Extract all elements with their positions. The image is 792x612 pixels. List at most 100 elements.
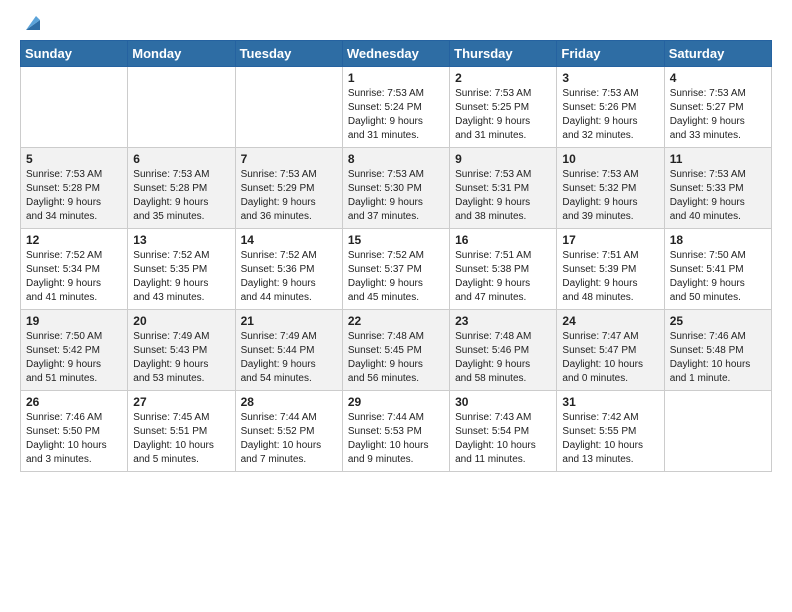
day-number: 15: [348, 233, 444, 247]
day-info: Sunrise: 7:43 AM Sunset: 5:54 PM Dayligh…: [455, 411, 551, 467]
calendar-cell: 3 Sunrise: 7:53 AM Sunset: 5:26 PM Daylig…: [557, 67, 664, 148]
day-info: Sunrise: 7:46 AM Sunset: 5:48 PM Dayligh…: [670, 330, 766, 386]
day-number: 7: [241, 152, 337, 166]
day-info: Sunrise: 7:52 AM Sunset: 5:36 PM Dayligh…: [241, 249, 337, 305]
calendar-week-row: 12Sunrise: 7:52 AM Sunset: 5:34 PM Dayli…: [21, 229, 772, 310]
calendar-cell: 17 Sunrise: 7:51 AM Sunset: 5:39 PM Dayli…: [557, 229, 664, 310]
day-info: Sunrise: 7:42 AM Sunset: 5:55 PM Dayligh…: [562, 411, 658, 467]
day-number: 16: [455, 233, 551, 247]
day-info: Sunrise: 7:51 AM Sunset: 5:38 PM Dayligh…: [455, 249, 551, 305]
day-info: Sunrise: 7:53 AM Sunset: 5:30 PM Dayligh…: [348, 168, 444, 224]
calendar-cell: 22 Sunrise: 7:48 AM Sunset: 5:45 PM Dayli…: [342, 310, 449, 391]
calendar-cell: 8 Sunrise: 7:53 AM Sunset: 5:30 PM Daylig…: [342, 148, 449, 229]
day-of-week-header: Wednesday: [342, 41, 449, 67]
day-number: 27: [133, 395, 229, 409]
calendar-week-row: 19 Sunrise: 7:50 AM Sunset: 5:42 PM Dayli…: [21, 310, 772, 391]
day-of-week-header: Sunday: [21, 41, 128, 67]
calendar-cell: [664, 391, 771, 472]
day-info: Sunrise: 7:53 AM Sunset: 5:28 PM Dayligh…: [133, 168, 229, 224]
calendar-cell: 15 Sunrise: 7:52 AM Sunset: 5:37 PM Dayli…: [342, 229, 449, 310]
day-number: 19: [26, 314, 122, 328]
calendar-cell: 26 Sunrise: 7:46 AM Sunset: 5:50 PM Dayli…: [21, 391, 128, 472]
calendar-cell: 2Sunrise: 7:53 AM Sunset: 5:25 PM Daylig…: [450, 67, 557, 148]
day-info: Sunrise: 7:53 AM Sunset: 5:32 PM Dayligh…: [562, 168, 658, 224]
day-number: 31: [562, 395, 658, 409]
day-number: 13: [133, 233, 229, 247]
calendar-week-row: 26 Sunrise: 7:46 AM Sunset: 5:50 PM Dayli…: [21, 391, 772, 472]
day-info: Sunrise: 7:47 AM Sunset: 5:47 PM Dayligh…: [562, 330, 658, 386]
calendar-cell: 7 Sunrise: 7:53 AM Sunset: 5:29 PM Daylig…: [235, 148, 342, 229]
day-number: 1: [348, 71, 444, 85]
day-info: Sunrise: 7:53 AM Sunset: 5:24 PM Dayligh…: [348, 87, 444, 143]
calendar-cell: 27 Sunrise: 7:45 AM Sunset: 5:51 PM Dayli…: [128, 391, 235, 472]
day-number: 10: [562, 152, 658, 166]
day-info: Sunrise: 7:45 AM Sunset: 5:51 PM Dayligh…: [133, 411, 229, 467]
calendar-cell: 18Sunrise: 7:50 AM Sunset: 5:41 PM Dayli…: [664, 229, 771, 310]
calendar-cell: [235, 67, 342, 148]
day-number: 24: [562, 314, 658, 328]
logo: [20, 16, 44, 30]
day-number: 22: [348, 314, 444, 328]
calendar-cell: 1 Sunrise: 7:53 AM Sunset: 5:24 PM Daylig…: [342, 67, 449, 148]
day-info: Sunrise: 7:53 AM Sunset: 5:33 PM Dayligh…: [670, 168, 766, 224]
day-info: Sunrise: 7:49 AM Sunset: 5:43 PM Dayligh…: [133, 330, 229, 386]
day-info: Sunrise: 7:53 AM Sunset: 5:28 PM Dayligh…: [26, 168, 122, 224]
calendar-cell: 9 Sunrise: 7:53 AM Sunset: 5:31 PM Daylig…: [450, 148, 557, 229]
day-number: 12: [26, 233, 122, 247]
day-number: 4: [670, 71, 766, 85]
calendar-header-row: SundayMondayTuesdayWednesdayThursdayFrid…: [21, 41, 772, 67]
page: SundayMondayTuesdayWednesdayThursdayFrid…: [0, 0, 792, 612]
day-number: 14: [241, 233, 337, 247]
calendar-cell: 4 Sunrise: 7:53 AM Sunset: 5:27 PM Daylig…: [664, 67, 771, 148]
day-info: Sunrise: 7:48 AM Sunset: 5:45 PM Dayligh…: [348, 330, 444, 386]
day-of-week-header: Thursday: [450, 41, 557, 67]
day-number: 20: [133, 314, 229, 328]
day-info: Sunrise: 7:53 AM Sunset: 5:27 PM Dayligh…: [670, 87, 766, 143]
calendar-cell: 13 Sunrise: 7:52 AM Sunset: 5:35 PM Dayli…: [128, 229, 235, 310]
day-number: 30: [455, 395, 551, 409]
calendar-cell: 10 Sunrise: 7:53 AM Sunset: 5:32 PM Dayli…: [557, 148, 664, 229]
calendar-cell: 28 Sunrise: 7:44 AM Sunset: 5:52 PM Dayli…: [235, 391, 342, 472]
calendar-cell: 6 Sunrise: 7:53 AM Sunset: 5:28 PM Daylig…: [128, 148, 235, 229]
day-info: Sunrise: 7:48 AM Sunset: 5:46 PM Dayligh…: [455, 330, 551, 386]
calendar-cell: 31 Sunrise: 7:42 AM Sunset: 5:55 PM Dayli…: [557, 391, 664, 472]
day-number: 8: [348, 152, 444, 166]
calendar-cell: 30 Sunrise: 7:43 AM Sunset: 5:54 PM Dayli…: [450, 391, 557, 472]
header: [20, 16, 772, 30]
calendar-week-row: 5 Sunrise: 7:53 AM Sunset: 5:28 PM Daylig…: [21, 148, 772, 229]
day-of-week-header: Saturday: [664, 41, 771, 67]
calendar-cell: 20 Sunrise: 7:49 AM Sunset: 5:43 PM Dayli…: [128, 310, 235, 391]
day-number: 9: [455, 152, 551, 166]
day-info: Sunrise: 7:52 AM Sunset: 5:35 PM Dayligh…: [133, 249, 229, 305]
day-number: 2: [455, 71, 551, 85]
day-number: 26: [26, 395, 122, 409]
day-of-week-header: Friday: [557, 41, 664, 67]
calendar-cell: 21 Sunrise: 7:49 AM Sunset: 5:44 PM Dayli…: [235, 310, 342, 391]
day-number: 25: [670, 314, 766, 328]
day-info: Sunrise: 7:53 AM Sunset: 5:26 PM Dayligh…: [562, 87, 658, 143]
calendar-week-row: 1 Sunrise: 7:53 AM Sunset: 5:24 PM Daylig…: [21, 67, 772, 148]
calendar-cell: 24 Sunrise: 7:47 AM Sunset: 5:47 PM Dayli…: [557, 310, 664, 391]
day-info: Sunrise: 7:46 AM Sunset: 5:50 PM Dayligh…: [26, 411, 122, 467]
day-number: 3: [562, 71, 658, 85]
day-info: Sunrise: 7:49 AM Sunset: 5:44 PM Dayligh…: [241, 330, 337, 386]
day-number: 11: [670, 152, 766, 166]
day-number: 17: [562, 233, 658, 247]
day-number: 5: [26, 152, 122, 166]
calendar-cell: 23 Sunrise: 7:48 AM Sunset: 5:46 PM Dayli…: [450, 310, 557, 391]
calendar-cell: 5 Sunrise: 7:53 AM Sunset: 5:28 PM Daylig…: [21, 148, 128, 229]
day-info: Sunrise: 7:50 AM Sunset: 5:41 PM Dayligh…: [670, 249, 766, 305]
day-info: Sunrise: 7:53 AM Sunset: 5:31 PM Dayligh…: [455, 168, 551, 224]
day-number: 21: [241, 314, 337, 328]
calendar-cell: 16 Sunrise: 7:51 AM Sunset: 5:38 PM Dayli…: [450, 229, 557, 310]
day-info: Sunrise: 7:44 AM Sunset: 5:52 PM Dayligh…: [241, 411, 337, 467]
day-number: 6: [133, 152, 229, 166]
day-number: 23: [455, 314, 551, 328]
logo-icon: [22, 12, 44, 34]
day-number: 28: [241, 395, 337, 409]
day-info: Sunrise: 7:51 AM Sunset: 5:39 PM Dayligh…: [562, 249, 658, 305]
day-info: Sunrise: 7:50 AM Sunset: 5:42 PM Dayligh…: [26, 330, 122, 386]
day-info: Sunrise: 7:53 AM Sunset: 5:29 PM Dayligh…: [241, 168, 337, 224]
day-of-week-header: Monday: [128, 41, 235, 67]
day-info: Sunrise: 7:52 AM Sunset: 5:37 PM Dayligh…: [348, 249, 444, 305]
